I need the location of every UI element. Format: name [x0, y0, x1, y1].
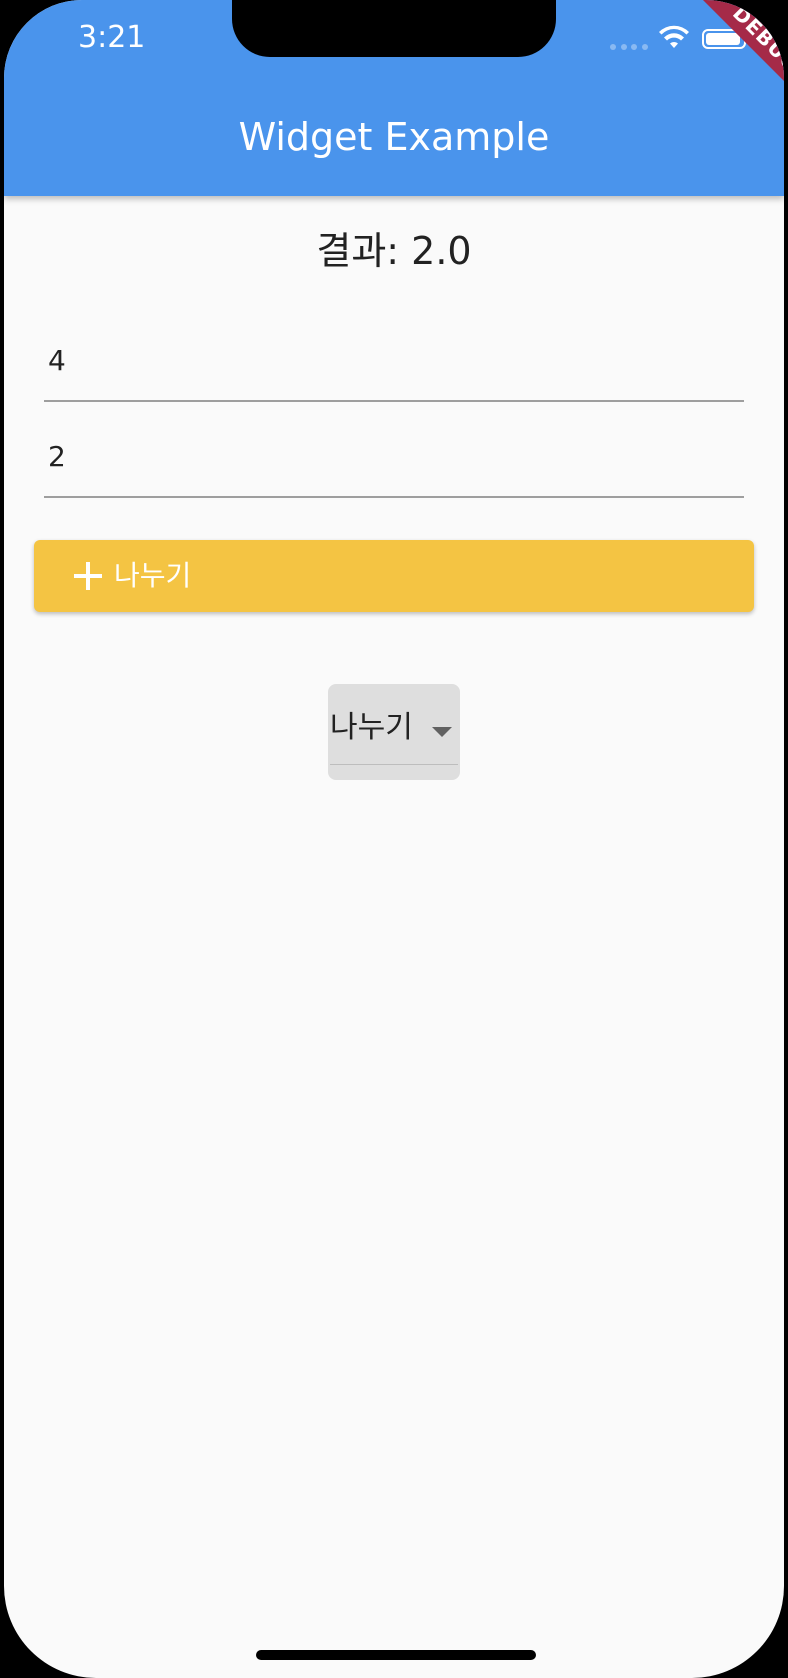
divide-button[interactable]: 나누기 [34, 540, 754, 612]
home-indicator [256, 1650, 536, 1660]
operation-dropdown[interactable]: 나누기 [328, 684, 460, 780]
signal-dots-icon [610, 44, 648, 50]
plus-icon [74, 562, 102, 590]
arrow-drop-down-icon [432, 727, 452, 737]
status-time: 3:21 [78, 20, 146, 55]
page-title: Widget Example [238, 115, 550, 159]
phone-screen: 3:21 Widget Example DEBUG 결과: 2.0 4 2 나누… [4, 0, 784, 1678]
app-bar: 3:21 Widget Example [4, 0, 784, 196]
second-number-field[interactable]: 2 [44, 428, 744, 498]
second-number-value: 2 [48, 440, 66, 473]
wifi-icon [659, 25, 689, 48]
divide-button-label: 나누기 [114, 559, 192, 592]
result-text: 결과: 2.0 [316, 229, 472, 273]
dropdown-selected-value: 나누기 [330, 710, 413, 745]
device-notch [232, 0, 556, 57]
first-number-field[interactable]: 4 [44, 332, 744, 402]
first-number-value: 4 [48, 344, 66, 377]
dropdown-underline [330, 764, 458, 765]
